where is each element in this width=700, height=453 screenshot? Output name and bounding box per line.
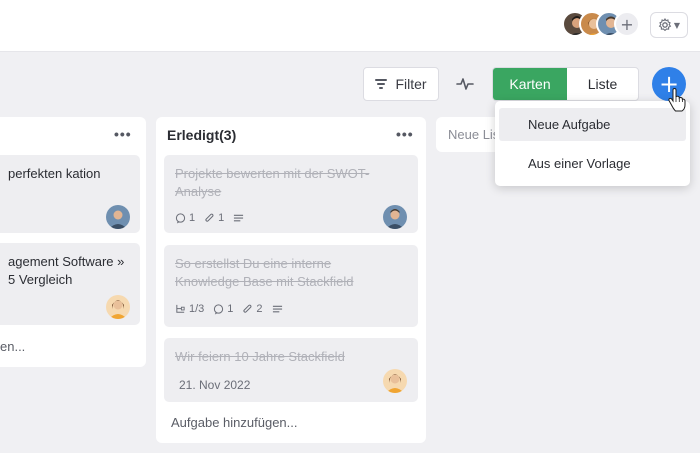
due-date: 21. Nov 2022 xyxy=(179,378,251,392)
card-meta: 1 1 xyxy=(175,212,244,224)
chevron-down-icon: ▼ xyxy=(673,20,681,30)
attachment-icon xyxy=(205,213,214,222)
card-title: So erstellst Du eine interne Knowledge B… xyxy=(175,256,354,289)
menu-item-from-template[interactable]: Aus einer Vorlage xyxy=(499,147,686,180)
card-title: Wir feiern 10 Jahre Stackfield xyxy=(175,349,345,364)
avatar xyxy=(106,295,130,319)
card-title: perfekten kation xyxy=(8,166,101,181)
description-icon xyxy=(234,214,244,221)
description-icon xyxy=(272,305,282,312)
avatar xyxy=(106,205,130,229)
task-card[interactable]: agement Software » 5 Vergleich xyxy=(0,243,140,325)
filter-button[interactable]: Filter xyxy=(363,67,439,101)
add-task-link[interactable]: en... xyxy=(0,339,25,354)
card-meta: 1/3 1 2 xyxy=(175,303,283,315)
add-dropdown-menu: Neue Aufgabe Aus einer Vorlage xyxy=(495,101,690,186)
card-title: agement Software » 5 Vergleich xyxy=(8,254,125,287)
board-column-erledigt: Erledigt(3) ••• Projekte bewerten mit de… xyxy=(156,117,426,443)
avatar xyxy=(383,369,407,393)
filter-label: Filter xyxy=(395,76,427,92)
task-card[interactable]: perfekten kation xyxy=(0,155,140,233)
card-title: Projekte bewerten mit der SWOT-Analyse xyxy=(175,166,370,199)
add-task-link[interactable]: Aufgabe hinzufügen... xyxy=(171,415,298,430)
board-column: ••• perfekten kation agement Software » … xyxy=(0,117,146,367)
top-bar: + ▼ xyxy=(0,0,700,52)
view-list-button[interactable]: Liste xyxy=(567,68,638,100)
attachment-icon xyxy=(243,304,252,313)
column-menu-icon[interactable]: ••• xyxy=(114,126,132,142)
member-avatars[interactable]: + xyxy=(562,11,644,39)
task-card[interactable]: So erstellst Du eine interne Knowledge B… xyxy=(164,245,418,327)
column-title: Erledigt(3) xyxy=(167,127,237,143)
view-toggle: Karten Liste xyxy=(492,67,639,101)
filter-icon xyxy=(375,79,388,89)
settings-button[interactable]: ▼ xyxy=(650,12,688,38)
add-member-button[interactable]: + xyxy=(614,11,640,37)
activity-icon[interactable] xyxy=(454,74,476,94)
gear-icon xyxy=(658,18,672,32)
subtask-icon xyxy=(176,304,185,313)
column-menu-icon[interactable]: ••• xyxy=(396,126,414,142)
comment-icon xyxy=(175,212,186,224)
task-card[interactable]: Wir feiern 10 Jahre Stackfield 21. Nov 2… xyxy=(164,338,418,402)
view-cards-button[interactable]: Karten xyxy=(493,68,567,100)
menu-item-new-task[interactable]: Neue Aufgabe xyxy=(499,108,686,141)
comment-icon xyxy=(214,303,224,315)
avatar xyxy=(383,205,407,229)
hand-cursor-icon xyxy=(668,88,686,112)
task-card[interactable]: Projekte bewerten mit der SWOT-Analyse 1… xyxy=(164,155,418,233)
